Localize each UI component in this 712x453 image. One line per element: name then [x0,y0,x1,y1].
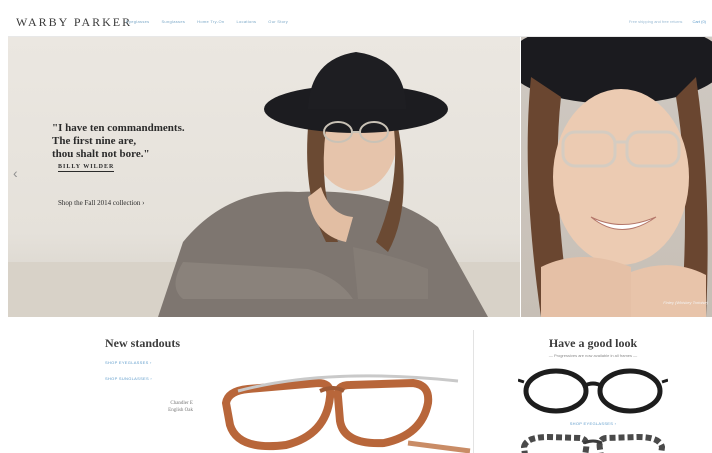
shop-eyeglasses-link[interactable]: SHOP EYEGLASSES › [105,360,152,365]
nav-link-home-try-on[interactable]: Home Try-On [197,19,224,24]
frame-color-name: English Oak [168,408,193,413]
good-look-title: Have a good look [548,336,638,350]
brand-logo[interactable]: WARBY PARKER [16,15,132,30]
quote-line: thou shalt not bore." [52,148,150,160]
new-standouts-title: New standouts [105,336,181,350]
shop-sunglasses-link[interactable]: SHOP SUNGLASSES › [105,376,152,381]
lower-content: New standouts SHOP EYEGLASSES › SHOP SUN… [8,318,712,453]
nav-link-eyeglasses[interactable]: Eyeglasses [126,19,149,24]
good-look-section: Have a good look — Progressives are now … [474,318,712,453]
quote-line: The first nine are, [52,135,137,147]
hero-model-photo [8,52,521,317]
nav-right: Free shipping and free returns Cart (0) [629,19,706,24]
nav-link-our-story[interactable]: Our Story [268,19,288,24]
hero-smiling-model-photo [521,37,712,317]
cart-link[interactable]: Cart (0) [692,19,706,24]
progressives-note: — Progressives are now available in all … [548,353,638,358]
frame-name-label: Chandler E English Oak [138,400,193,414]
carousel-prev-icon[interactable]: ‹ [13,165,18,181]
frame-model-name: Chandler E [170,401,193,406]
tortoise-eyeglasses-image[interactable] [208,373,478,453]
tortoise-grey-eyeglasses-image[interactable] [518,433,668,453]
new-standouts-section: New standouts SHOP EYEGLASSES › SHOP SUN… [8,318,473,453]
page: WARBY PARKER Eyeglasses Sunglasses Home … [8,8,712,453]
good-look-shop-link[interactable]: SHOP EYEGLASSES › [474,421,712,426]
free-shipping-link[interactable]: Free shipping and free returns [629,19,683,24]
hero-right-caption: Finley (Whiskey Tortoise) [663,300,708,305]
quote-line: "I have ten commandments. [52,122,185,134]
hero-left-panel[interactable]: ‹ "I have ten commandments. The first ni… [8,37,521,317]
hero-quote: "I have ten commandments. The first nine… [52,122,252,161]
hero-banner: ‹ "I have ten commandments. The first ni… [8,37,712,317]
quote-author: BILLY WILDER [58,164,115,172]
nav-link-locations[interactable]: Locations [236,19,256,24]
shop-collection-link[interactable]: Shop the Fall 2014 collection › [58,199,145,207]
black-eyeglasses-image[interactable] [518,366,668,416]
main-nav: Eyeglasses Sunglasses Home Try-On Locati… [126,19,288,24]
hero-right-panel[interactable]: Finley (Whiskey Tortoise) [521,37,712,317]
top-navigation: WARBY PARKER Eyeglasses Sunglasses Home … [8,8,712,37]
nav-link-sunglasses[interactable]: Sunglasses [161,19,185,24]
